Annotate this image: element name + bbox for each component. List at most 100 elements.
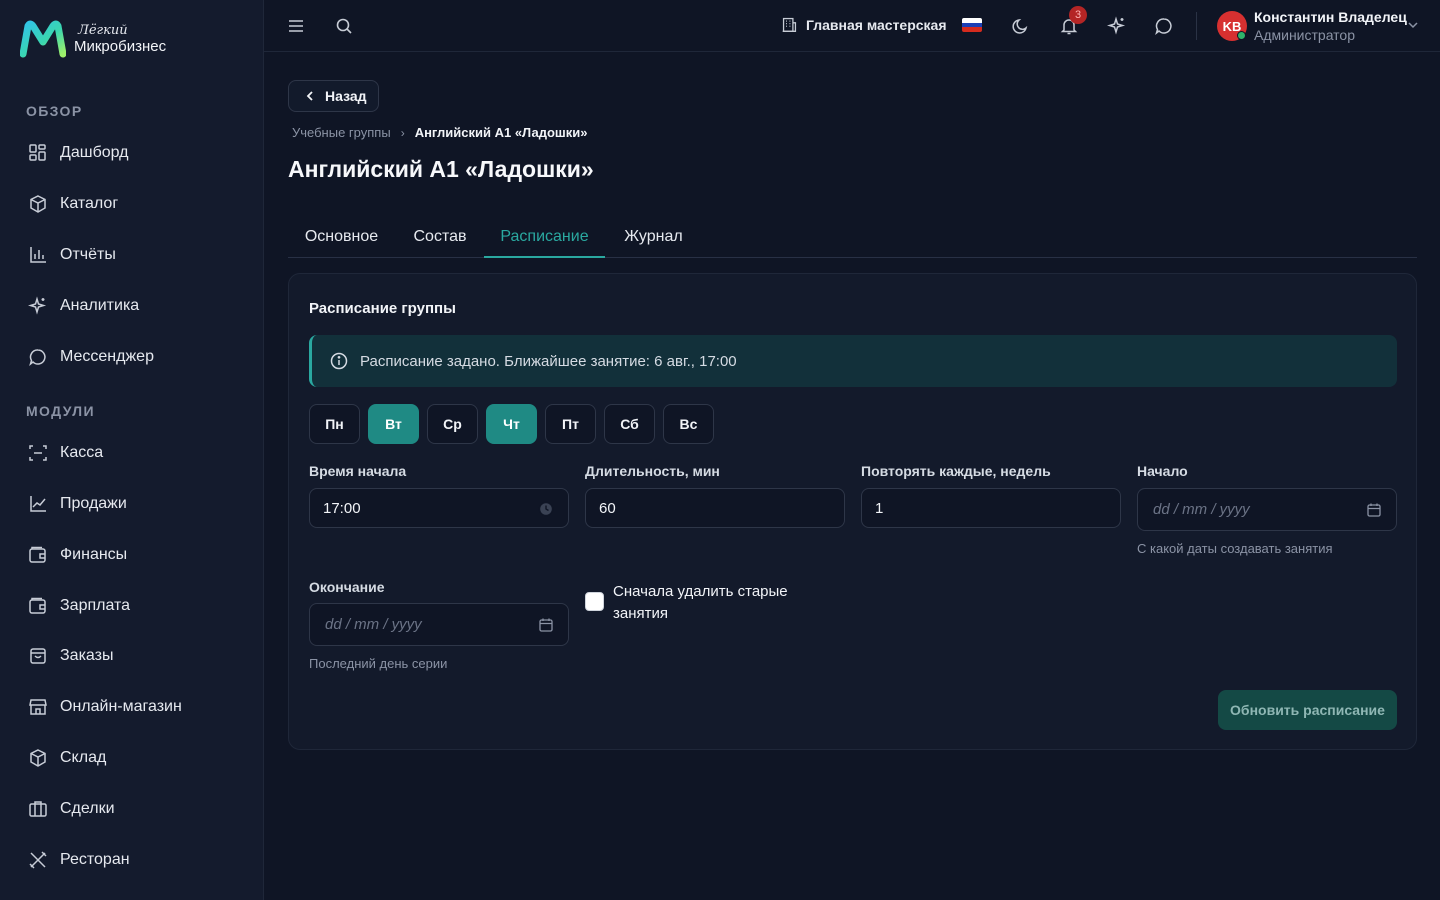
sidebar-item-label: Дашборд <box>60 144 129 161</box>
clock-icon[interactable] <box>538 501 554 517</box>
sidebar-item-label: Ресторан <box>60 851 130 868</box>
sidebar-item-label: Зарплата <box>60 597 131 614</box>
duration-value: 60 <box>599 499 616 517</box>
sidebar-item-online-store[interactable]: Онлайн-магазин <box>28 695 182 719</box>
notification-badge: 3 <box>1069 6 1087 24</box>
logo-mark-icon <box>20 20 66 58</box>
duration-input[interactable]: 60 <box>585 488 845 528</box>
breadcrumb: Учебные группы › Английский A1 «Ладошки» <box>292 125 587 140</box>
sparkle-icon <box>28 296 47 315</box>
tab-main[interactable]: Основное <box>288 220 395 258</box>
end-date-label: Окончание <box>309 579 385 595</box>
day-toggle-thu[interactable]: Чт <box>486 404 537 444</box>
sidebar-item-analytics[interactable]: Аналитика <box>28 294 139 318</box>
box-icon <box>30 749 46 767</box>
user-name[interactable]: Константин Владелец <box>1254 9 1407 25</box>
search-icon[interactable] <box>334 16 354 36</box>
end-date-input[interactable]: dd / mm / yyyy <box>309 603 569 646</box>
chat-icon[interactable] <box>1154 16 1174 36</box>
app-logo[interactable]: Лёгкий Микробизнес <box>20 20 166 58</box>
logo-small-text: Лёгкий <box>78 23 128 38</box>
topbar-divider <box>1196 12 1197 40</box>
building-icon <box>782 17 797 32</box>
chevron-left-icon <box>306 91 313 101</box>
tabs: Основное Состав Расписание Журнал <box>288 220 1417 258</box>
sidebar-item-cashier[interactable]: Касса <box>28 441 103 465</box>
day-toggle-sun[interactable]: Вс <box>663 404 714 444</box>
sidebar-item-deals[interactable]: Сделки <box>28 797 115 821</box>
tab-schedule[interactable]: Расписание <box>484 220 605 258</box>
delete-old-label[interactable]: Сначала удалить старые занятия <box>613 581 833 625</box>
language-flag-icon[interactable] <box>962 18 982 32</box>
day-toggle-tue[interactable]: Вт <box>368 404 419 444</box>
start-date-label: Начало <box>1137 463 1188 479</box>
wallet-icon <box>29 597 46 614</box>
start-time-input[interactable]: 17:00 <box>309 488 569 528</box>
page-title: Английский A1 «Ладошки» <box>288 156 594 182</box>
calendar-icon[interactable] <box>1366 502 1382 518</box>
day-toggle-wed[interactable]: Ср <box>427 404 478 444</box>
scan-icon <box>29 445 47 461</box>
logo-big-text: Микробизнес <box>74 38 167 55</box>
sidebar-item-label: Сделки <box>60 800 115 817</box>
schedule-card: Расписание группы Расписание задано. Бли… <box>288 273 1417 750</box>
repeat-value: 1 <box>875 499 884 517</box>
sidebar-item-salary[interactable]: Зарплата <box>28 594 130 618</box>
end-date-hint: Последний день серии <box>309 656 448 671</box>
chat-icon <box>29 349 46 367</box>
moon-icon[interactable] <box>1011 16 1031 36</box>
back-button[interactable]: Назад <box>288 80 379 112</box>
nav-section-overview: ОБЗОР <box>26 103 83 119</box>
sidebar-item-reports[interactable]: Отчёты <box>28 243 116 267</box>
start-date-placeholder: dd / mm / yyyy <box>1153 501 1250 518</box>
sidebar-item-dashboard[interactable]: Дашборд <box>28 141 129 165</box>
online-status-dot <box>1237 31 1246 40</box>
sidebar-item-label: Аналитика <box>60 297 140 314</box>
day-toggle-sat[interactable]: Сб <box>604 404 655 444</box>
workshop-selector[interactable]: Главная мастерская <box>781 16 947 33</box>
sidebar-item-label: Каталог <box>60 195 119 212</box>
start-date-input[interactable]: dd / mm / yyyy <box>1137 488 1397 531</box>
workshop-name: Главная мастерская <box>806 16 947 33</box>
sidebar-item-finance[interactable]: Финансы <box>28 543 127 567</box>
sparkle-icon[interactable] <box>1107 16 1127 36</box>
card-title: Расписание группы <box>309 300 456 317</box>
info-icon <box>330 352 348 370</box>
breadcrumb-parent[interactable]: Учебные группы <box>292 125 391 140</box>
tab-journal[interactable]: Журнал <box>605 220 702 258</box>
sidebar-item-sales[interactable]: Продажи <box>28 492 127 516</box>
dashboard-icon <box>29 144 46 161</box>
update-schedule-button[interactable]: Обновить расписание <box>1218 690 1397 730</box>
day-toggle-fri[interactable]: Пт <box>545 404 596 444</box>
back-button-label: Назад <box>325 88 367 104</box>
sidebar: Лёгкий Микробизнес ОБЗОР Дашборд Каталог… <box>0 0 264 900</box>
chevron-down-icon[interactable] <box>1406 18 1420 32</box>
menu-icon[interactable] <box>286 16 306 36</box>
breadcrumb-current: Английский A1 «Ладошки» <box>414 125 588 140</box>
wallet-icon <box>29 546 46 563</box>
delete-old-checkbox[interactable] <box>585 592 604 611</box>
chart-line-icon <box>30 496 46 512</box>
sidebar-item-orders[interactable]: Заказы <box>28 644 113 668</box>
schedule-info-alert: Расписание задано. Ближайшее занятие: 6 … <box>309 335 1397 387</box>
store-icon <box>29 699 47 715</box>
sidebar-item-label: Заказы <box>60 647 114 664</box>
sidebar-item-label: Касса <box>60 444 104 461</box>
start-date-hint: С какой даты создавать занятия <box>1137 541 1333 556</box>
chevron-right-icon: › <box>400 125 405 140</box>
sidebar-item-restaurant[interactable]: Ресторан <box>28 848 130 872</box>
tab-members[interactable]: Состав <box>395 220 485 258</box>
nav-section-modules: МОДУЛИ <box>26 403 95 419</box>
sidebar-item-label: Склад <box>60 749 107 766</box>
repeat-input[interactable]: 1 <box>861 488 1121 528</box>
repeat-label: Повторять каждые, недель <box>861 463 1051 479</box>
catalog-icon <box>30 195 46 213</box>
reports-icon <box>30 247 46 263</box>
calendar-icon[interactable] <box>538 617 554 633</box>
sidebar-item-warehouse[interactable]: Склад <box>28 746 106 770</box>
shopping-bag-icon <box>30 648 46 664</box>
sidebar-item-messenger[interactable]: Мессенджер <box>28 345 154 369</box>
sidebar-item-catalog[interactable]: Каталог <box>28 192 118 216</box>
day-toggle-mon[interactable]: Пн <box>309 404 360 444</box>
alert-text: Расписание задано. Ближайшее занятие: 6 … <box>360 352 737 370</box>
